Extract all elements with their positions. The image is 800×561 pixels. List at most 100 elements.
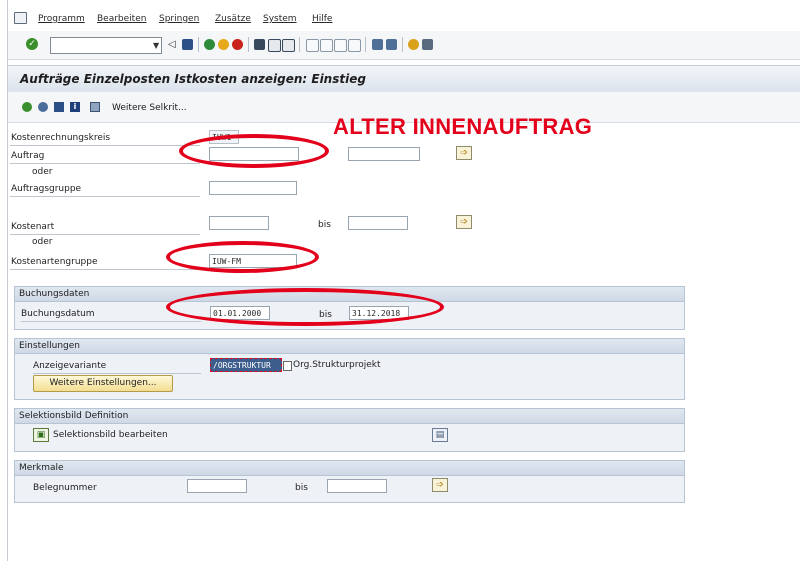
buchungsdaten-title: Buchungsdaten [19,289,90,299]
exit-yellow-icon[interactable] [218,39,229,50]
label-underline [10,163,200,164]
auftragsgruppe-field[interactable] [209,181,297,195]
belegnummer-to-field[interactable] [327,479,387,493]
save-variant-icon[interactable] [54,102,64,112]
save-icon[interactable] [182,39,193,50]
group-header: Buchungsdaten [15,287,684,302]
standard-toolbar: ✓ ▼ ◁ [8,31,800,60]
toolbar-separator [365,37,366,52]
menu-bearbeiten[interactable]: Bearbeiten [97,14,146,24]
annotation-text: ALTER INNENAUFTRAG [333,114,593,139]
first-page-icon[interactable] [306,39,319,52]
auftrag-to-field[interactable] [348,147,420,161]
label-underline [10,196,200,197]
shortcut-icon[interactable] [386,39,397,50]
cancel-red-icon[interactable] [232,39,243,50]
get-variant-icon[interactable] [38,102,48,112]
kostenartengruppe-label: Kostenartengruppe [11,257,98,267]
kostenrechnungskreis-label: Kostenrechnungskreis [11,133,111,143]
oder-label-2: oder [32,237,53,247]
enter-check-icon[interactable]: ✓ [26,38,38,50]
auftrag-from-field[interactable] [209,147,299,161]
help-icon[interactable] [408,39,419,50]
menu-programm[interactable]: Programm [38,14,85,24]
label-underline [21,321,201,322]
toolbar-separator [248,37,249,52]
kostenart-from-field[interactable] [209,216,269,230]
next-page-icon[interactable] [334,39,347,52]
kostenart-to-field[interactable] [348,216,408,230]
buchungsdatum-to-field[interactable]: 31.12.2018 [349,306,409,320]
merkmale-title: Merkmale [19,463,64,473]
merkmale-group: Merkmale Belegnummer bis ➩ [14,460,685,503]
toolbar-separator [402,37,403,52]
menu-springen[interactable]: Springen [159,14,199,24]
screen-title-bar: Aufträge Einzelposten Istkosten anzeigen… [8,65,800,93]
anzeigevariante-field[interactable]: /ORGSTRUKTUR [210,358,282,372]
weitere-selkrit-button[interactable]: Weitere Selkrit... [112,103,187,113]
label-underline [10,269,200,270]
einstellungen-title: Einstellungen [19,341,81,351]
auftrag-label: Auftrag [11,151,45,161]
selektionsbild-group: Selektionsbild Definition ▣ Selektionsbi… [14,408,685,452]
kostenart-multiple-selection-button[interactable]: ➩ [456,215,472,229]
toolbar-separator [198,37,199,52]
belegnummer-bis-label: bis [295,483,308,493]
selektionsbild-layout-button[interactable]: ▤ [432,428,448,442]
page-title: Aufträge Einzelposten Istkosten anzeigen… [20,72,366,86]
previous-page-icon[interactable] [320,39,333,52]
kostenartengruppe-field[interactable]: IUW-FM [209,254,297,268]
einstellungen-group: Einstellungen Anzeigevariante /ORGSTRUKT… [14,338,685,400]
kostenart-bis-label: bis [318,220,331,230]
buchungsdatum-label: Buchungsdatum [21,309,95,319]
belegnummer-label: Belegnummer [33,483,97,493]
menu-system[interactable]: System [263,14,297,24]
arrow-right-icon: ➩ [460,148,468,158]
buchungsdaten-group: Buchungsdaten Buchungsdatum 01.01.2000 b… [14,286,685,330]
chevron-down-icon[interactable]: ▼ [153,41,159,50]
selektionsbild-button[interactable]: ▣ [33,428,49,442]
layout-menu-icon[interactable] [422,39,433,50]
menu-zusaetze[interactable]: Zusätze [215,14,251,24]
execute-icon[interactable] [22,102,32,112]
back-icon[interactable]: ◁ [168,39,179,50]
print-icon[interactable] [254,39,265,50]
belegnummer-from-field[interactable] [187,479,247,493]
menu-bar: Programm Bearbeiten Springen Zusätze Sys… [8,0,800,31]
layout-icon: ▤ [435,430,445,440]
belegnummer-multiple-selection-button[interactable]: ➩ [432,478,448,492]
buchungsdatum-from-field[interactable]: 01.01.2000 [210,306,270,320]
back-green-icon[interactable] [204,39,215,50]
weitere-einstellungen-button[interactable]: Weitere Einstellungen... [33,375,173,392]
selektionsbild-bearbeiten-label[interactable]: Selektionsbild bearbeiten [53,430,168,440]
label-underline [10,145,200,146]
selektionsbild-title: Selektionsbild Definition [19,411,129,421]
oder-label-1: oder [32,167,53,177]
menu-hilfe[interactable]: Hilfe [312,14,332,24]
new-session-icon[interactable] [372,39,383,50]
search-help-icon[interactable] [283,361,292,371]
toolbar-separator [299,37,300,52]
label-underline [10,234,200,235]
arrow-right-icon: ➩ [460,217,468,227]
anzeigevariante-label: Anzeigevariante [33,361,107,371]
last-page-icon[interactable] [348,39,361,52]
system-menu-icon[interactable] [14,12,27,24]
edit-screen-icon: ▣ [36,430,46,440]
find-icon[interactable] [268,39,281,52]
kostenart-label: Kostenart [11,222,55,232]
group-header: Einstellungen [15,339,684,354]
group-header: Selektionsbild Definition [15,409,684,424]
arrow-right-icon: ➩ [436,480,444,490]
anzeigevariante-text: Org.Strukturprojekt [293,360,381,370]
label-underline [33,373,201,374]
find-next-icon[interactable] [282,39,295,52]
group-header: Merkmale [15,461,684,476]
auftragsgruppe-label: Auftragsgruppe [11,184,82,194]
auftrag-multiple-selection-button[interactable]: ➩ [456,146,472,160]
dynamic-selection-icon[interactable] [90,102,100,112]
kostenrechnungskreis-field[interactable]: IUW1 [209,130,239,144]
command-field[interactable] [50,37,162,54]
info-icon[interactable]: i [70,102,80,112]
buchungsdatum-bis-label: bis [319,310,332,320]
